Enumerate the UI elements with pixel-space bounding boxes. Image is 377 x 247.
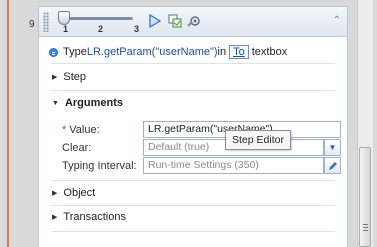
arguments-section-label: Arguments	[64, 97, 123, 109]
typing-interval-label: Typing Interval:	[62, 160, 137, 172]
step-panel: 1 2 3 ⌃︎ Type LR.getParam("userName") in…	[38, 6, 348, 247]
expand-arrow-icon: ▶	[52, 190, 58, 197]
collapse-arrow-icon: ▼	[52, 99, 59, 107]
step-title: Type LR.getParam("userName") in To textb…	[49, 44, 287, 60]
step-type-icon	[49, 47, 58, 57]
expand-arrow-icon: ▶	[52, 74, 58, 81]
step-toolbar: 1 2 3 ⌃︎	[39, 7, 347, 37]
slider-tick-1: 1	[63, 24, 69, 34]
typing-interval-input[interactable]: Run-time Settings (350)	[143, 157, 324, 174]
arguments-section[interactable]: ▼ Arguments	[39, 91, 347, 115]
step-section[interactable]: ▶ Step	[39, 65, 347, 89]
level-slider-thumb[interactable]	[58, 11, 70, 25]
scrollbar-grip-icon	[363, 224, 368, 231]
required-mark: *	[62, 124, 67, 136]
object-section-label: Object	[63, 187, 96, 199]
object-section-header[interactable]: ▶ Object	[39, 181, 347, 205]
step-title-code[interactable]: LR.getParam("userName")	[87, 46, 218, 58]
play-icon[interactable]	[147, 13, 163, 29]
step-title-suffix: textbox	[251, 46, 288, 58]
step-editor-tooltip: Step Editor	[225, 130, 291, 150]
slider-tick-2: 2	[98, 24, 104, 34]
dropdown-arrow-icon[interactable]: ▼	[324, 139, 341, 156]
object-section[interactable]: ▶ Object	[39, 181, 347, 205]
step-title-mid: in	[217, 46, 227, 58]
object-token[interactable]: To	[229, 45, 249, 59]
transactions-section-label: Transactions	[63, 211, 126, 223]
value-label: * Value:	[62, 124, 100, 136]
step-section-label: Step	[63, 71, 87, 83]
level-slider-track[interactable]	[61, 17, 133, 20]
snapshot-icon[interactable]	[167, 13, 183, 29]
step-marker-line	[7, 0, 9, 247]
collapse-icon[interactable]: ⌃︎	[333, 15, 341, 26]
expand-arrow-icon: ▶	[52, 214, 58, 221]
step-section-header[interactable]: ▶ Step	[39, 65, 347, 89]
divider	[51, 231, 335, 232]
clear-label: Clear:	[62, 142, 92, 154]
transactions-section[interactable]: ▶ Transactions	[39, 205, 347, 229]
edit-icon[interactable]	[324, 157, 341, 174]
drag-handle[interactable]	[43, 12, 49, 32]
divider	[51, 63, 335, 64]
transactions-section-header[interactable]: ▶ Transactions	[39, 205, 347, 229]
scrollbar-thumb[interactable]	[359, 147, 371, 247]
arguments-section-header[interactable]: ▼ Arguments	[39, 91, 347, 115]
step-title-prefix: Type	[63, 46, 87, 58]
properties-icon[interactable]	[186, 13, 202, 29]
slider-tick-3: 3	[134, 24, 140, 34]
step-number: 9	[29, 19, 35, 30]
